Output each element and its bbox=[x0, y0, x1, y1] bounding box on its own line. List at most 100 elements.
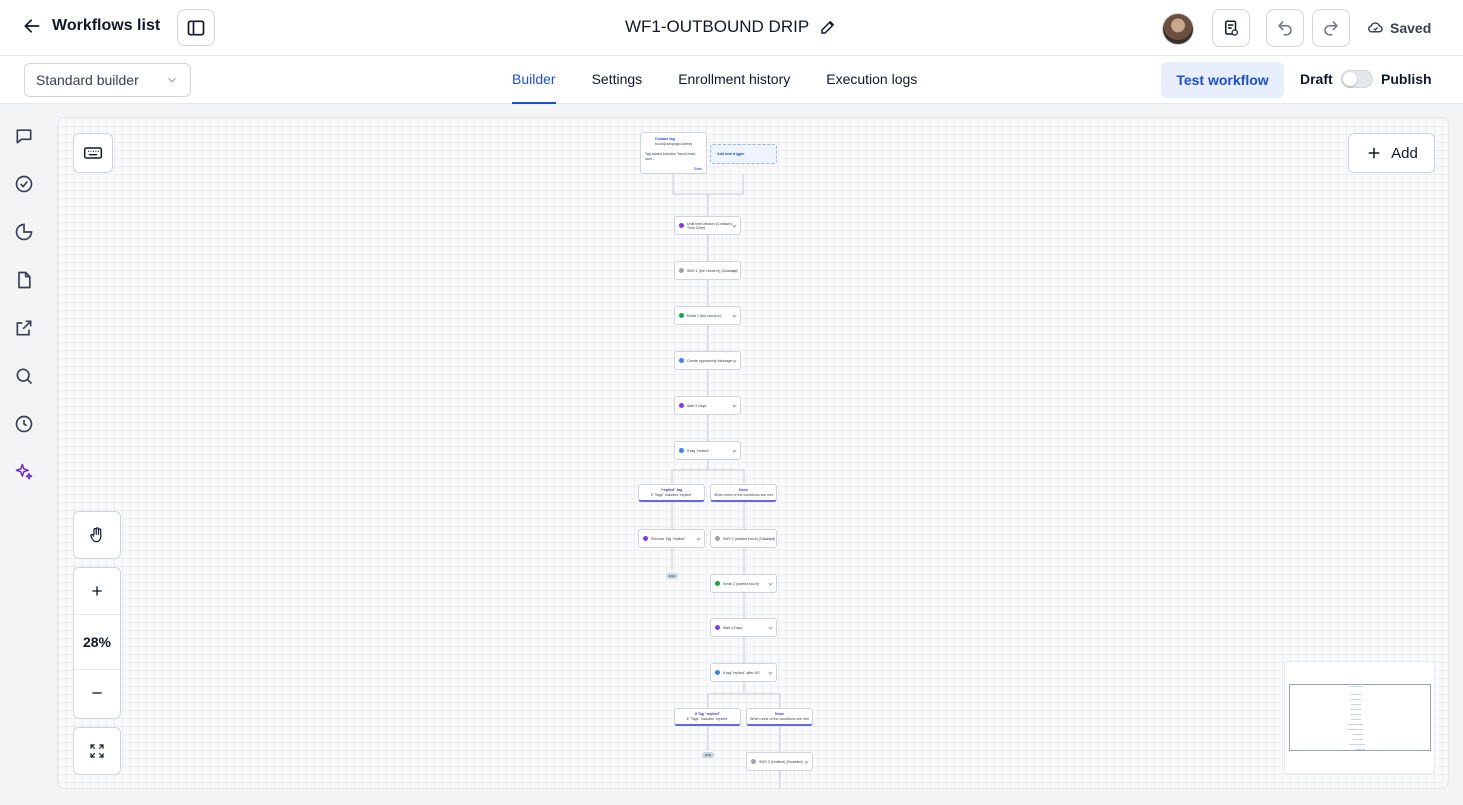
workflow-node[interactable]: SMS 3 (Untitled) (Disabled) bbox=[746, 752, 813, 771]
workflow-node[interactable]: Create opportunity Message bbox=[674, 351, 741, 370]
zoom-in-button[interactable] bbox=[74, 568, 120, 614]
tab-enrollment-history[interactable]: Enrollment history bbox=[678, 56, 790, 104]
node-label: If tag "replied" after M2 bbox=[723, 670, 760, 675]
connector-lines bbox=[671, 174, 781, 788]
minimap-node bbox=[1351, 699, 1361, 700]
trigger-card[interactable]: Contact tag touch{campaign-name} Tag add… bbox=[640, 132, 707, 174]
arrow-left-icon bbox=[24, 19, 40, 33]
node-status-dot bbox=[715, 536, 720, 541]
zoom-out-button[interactable] bbox=[74, 670, 120, 716]
check-circle-icon[interactable] bbox=[14, 174, 34, 194]
branch-card[interactable]: "replied" tag If "Tags" Includes "replied… bbox=[638, 484, 705, 502]
chevron-down-icon bbox=[168, 77, 176, 83]
workflow-node[interactable]: Remove Tag "replied" bbox=[638, 529, 705, 548]
tab-execution-logs[interactable]: Execution logs bbox=[826, 56, 917, 104]
node-status-dot bbox=[679, 223, 684, 228]
chevron-down-icon bbox=[804, 759, 809, 764]
trigger-detail: Tag added includes "touch-lead-cam... bbox=[645, 152, 697, 161]
node-status-dot bbox=[715, 581, 720, 586]
workflow-title: WF1-OUTBOUND DRIP bbox=[625, 17, 810, 36]
node-status-dot bbox=[679, 403, 684, 408]
chevron-down-icon bbox=[732, 403, 737, 408]
branch-card[interactable]: None When none of the conditions are met bbox=[710, 484, 777, 502]
sidebar-toggle-button[interactable] bbox=[177, 9, 215, 46]
external-link-icon[interactable] bbox=[14, 318, 34, 338]
canvas-minimap[interactable] bbox=[1284, 661, 1435, 774]
test-workflow-button[interactable]: Test workflow bbox=[1161, 62, 1284, 98]
minimap-node bbox=[1353, 734, 1363, 735]
workflow-node[interactable]: SMS 1 (the check in) (Disabled) bbox=[674, 261, 741, 280]
workflow-node[interactable]: Wait 4 Days bbox=[710, 618, 777, 637]
workflow-title-area: WF1-OUTBOUND DRIP bbox=[625, 17, 837, 37]
branch-card[interactable]: None When none of the conditions are met bbox=[746, 708, 813, 726]
tab-builder[interactable]: Builder bbox=[512, 56, 556, 104]
tab-settings[interactable]: Settings bbox=[592, 56, 643, 104]
main-tabs: Builder Settings Enrollment history Exec… bbox=[512, 56, 917, 104]
workflow-node[interactable]: Until time window (Contact's Time Zone) bbox=[674, 216, 741, 235]
node-status-dot bbox=[715, 670, 720, 675]
minimap-node bbox=[1347, 729, 1363, 730]
minus-icon bbox=[92, 692, 102, 694]
workflow-node[interactable]: Email 1 (the check in) bbox=[674, 306, 741, 325]
chevron-down-icon bbox=[732, 313, 737, 318]
back-to-workflows-button[interactable]: Workflows list bbox=[22, 16, 160, 36]
chat-bubble-icon[interactable] bbox=[14, 126, 34, 146]
trigger-stats[interactable]: Stats bbox=[645, 167, 702, 172]
minimap-node bbox=[1347, 724, 1363, 725]
workflow-node[interactable]: If tag "replied" after M2 bbox=[710, 663, 777, 682]
chevron-down-icon bbox=[732, 448, 737, 453]
hand-icon bbox=[90, 527, 102, 543]
pencil-edit-icon[interactable] bbox=[819, 18, 837, 36]
undo-button[interactable] bbox=[1266, 9, 1304, 47]
publish-label: Publish bbox=[1381, 71, 1432, 87]
left-icon-rail bbox=[0, 104, 48, 805]
node-label: SMS 3 (Untitled) (Disabled) bbox=[759, 759, 803, 764]
add-action-button[interactable]: Add bbox=[1348, 133, 1435, 173]
node-label: SMS 1 (the check in) (Disabled) bbox=[687, 268, 738, 273]
expand-icon bbox=[90, 744, 104, 758]
top-bar: Workflows list WF1-OUTBOUND DRIP Saved bbox=[0, 0, 1463, 56]
node-label: Email 2 (started touch) bbox=[723, 581, 760, 586]
minimap-node bbox=[1351, 719, 1361, 720]
workflow-node[interactable]: Wait 3 Days bbox=[674, 396, 741, 415]
redo-button[interactable] bbox=[1312, 9, 1350, 47]
workflow-node[interactable]: Email 2 (started touch) bbox=[710, 574, 777, 593]
plus-icon bbox=[92, 586, 102, 596]
chevron-down-icon bbox=[696, 536, 701, 541]
node-label: Wait 4 Days bbox=[723, 625, 743, 630]
ai-sparkle-icon[interactable] bbox=[14, 462, 34, 482]
minimap-node bbox=[1355, 749, 1365, 750]
history-clock-icon[interactable] bbox=[14, 414, 34, 434]
add-trigger-label: Add new trigger bbox=[717, 152, 745, 156]
workflow-node[interactable]: If tag "replied" bbox=[674, 441, 741, 460]
branch-desc: When none of the conditions are met bbox=[714, 492, 773, 497]
plus-icon bbox=[1368, 147, 1380, 159]
branch-card[interactable]: If Tag "replied" If "Tags" Includes "repl… bbox=[674, 708, 741, 726]
node-status-dot bbox=[643, 536, 648, 541]
workflow-node[interactable]: SMS 2 (started touch) (Disabled) bbox=[710, 529, 777, 548]
node-status-dot bbox=[715, 625, 720, 630]
keyboard-shortcuts-button[interactable] bbox=[73, 133, 113, 173]
end-marker: END bbox=[702, 752, 714, 758]
workflow-canvas[interactable]: Add Contact tag touch{campaign-name} Tag… bbox=[57, 117, 1449, 789]
workflow-notes-button[interactable] bbox=[1212, 9, 1250, 47]
node-label: Email 1 (the check in) bbox=[687, 313, 722, 318]
branch-desc: If "Tags" Includes "replied" bbox=[686, 716, 729, 721]
builder-mode-select[interactable]: Standard builder bbox=[24, 63, 191, 97]
file-icon[interactable] bbox=[14, 270, 34, 290]
minimap-node bbox=[1349, 686, 1363, 687]
pie-chart-icon[interactable] bbox=[14, 222, 34, 242]
add-new-trigger-button[interactable]: Add new trigger bbox=[710, 144, 777, 164]
node-label: Remove Tag "replied" bbox=[651, 536, 686, 541]
user-avatar[interactable] bbox=[1162, 13, 1194, 45]
chevron-down-icon bbox=[768, 625, 773, 630]
pan-mode-button[interactable] bbox=[73, 511, 121, 559]
branch-desc: When none of the conditions are met bbox=[750, 716, 809, 721]
fit-view-button[interactable] bbox=[73, 727, 121, 775]
search-icon[interactable] bbox=[14, 366, 34, 386]
node-status-dot bbox=[679, 358, 684, 363]
zoom-controls: 28% bbox=[73, 567, 121, 719]
publish-toggle[interactable] bbox=[1341, 70, 1373, 88]
keyboard-icon bbox=[83, 147, 103, 159]
minimap-node bbox=[1349, 744, 1365, 745]
